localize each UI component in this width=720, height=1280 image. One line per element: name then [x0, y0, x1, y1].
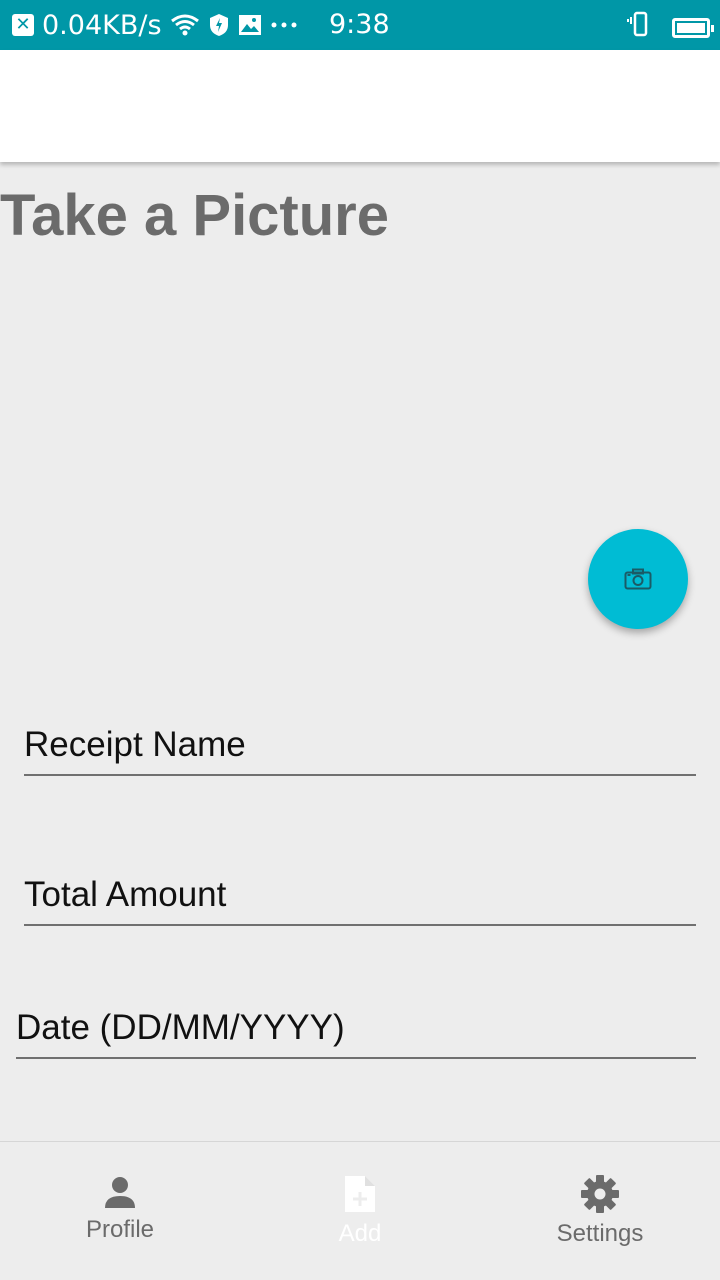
- date-input[interactable]: [16, 999, 696, 1057]
- receipt-name-field-container: [24, 716, 696, 776]
- nav-item-settings[interactable]: Settings: [480, 1142, 720, 1280]
- total-amount-field-container: [24, 866, 696, 926]
- image-icon: [238, 14, 262, 36]
- battery-icon: [672, 17, 714, 38]
- add-file-icon: [345, 1176, 375, 1212]
- nav-item-profile[interactable]: Profile: [0, 1142, 240, 1280]
- nav-label-profile: Profile: [85, 1216, 155, 1243]
- shield-icon: [208, 13, 230, 37]
- status-right: [626, 10, 714, 45]
- person-icon: [105, 1177, 135, 1208]
- status-bar: ✕ 0.04KB/s 9:38: [0, 0, 720, 50]
- network-speed: 0.04KB/s: [42, 9, 162, 41]
- nav-label-add: Add: [338, 1220, 382, 1247]
- gear-icon: [581, 1175, 619, 1213]
- app-screen: ✕ 0.04KB/s 9:38 Take a Picture Receipt N…: [0, 0, 720, 1280]
- bottom-navigation: Profile Add Settings: [0, 1141, 720, 1280]
- date-field-container: [16, 999, 696, 1059]
- total-amount-input[interactable]: [24, 866, 696, 924]
- notification-close-icon: ✕: [12, 14, 34, 36]
- camera-icon: [624, 568, 652, 590]
- wifi-icon: [170, 13, 200, 37]
- page-title: Take a Picture: [0, 183, 390, 248]
- nav-item-add[interactable]: Add: [240, 1142, 480, 1280]
- vibrate-icon: [626, 10, 654, 45]
- app-bar: [0, 50, 720, 162]
- receipt-name-input[interactable]: [24, 716, 696, 774]
- nav-label-settings: Settings: [556, 1220, 644, 1247]
- more-icon: [270, 21, 298, 29]
- clock: 9:38: [329, 9, 390, 40]
- take-picture-button[interactable]: [588, 529, 688, 629]
